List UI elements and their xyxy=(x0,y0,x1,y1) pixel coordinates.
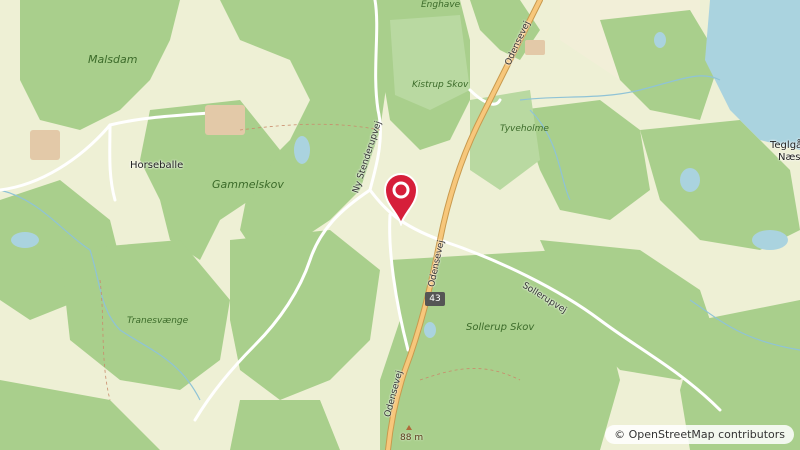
place-label: Sollerup Skov xyxy=(466,322,535,333)
place-label: Gammelskov xyxy=(212,178,284,191)
peak-icon xyxy=(406,425,412,430)
peak-elevation-label: 88 m xyxy=(400,433,424,443)
place-label: Horseballe xyxy=(130,160,184,171)
place-label: Næs xyxy=(778,152,800,163)
map-view[interactable]: Enghave Malsdam Kistrup Skov Tyveholme H… xyxy=(0,0,800,450)
place-label: Malsdam xyxy=(88,53,138,66)
place-label: Kistrup Skov xyxy=(412,80,469,90)
place-label: Enghave xyxy=(421,0,461,10)
place-label: Teglgå xyxy=(770,140,800,151)
route-shield: 43 xyxy=(425,292,445,306)
attribution-link[interactable]: OpenStreetMap contributors xyxy=(629,428,785,441)
place-label: Tyveholme xyxy=(500,124,549,134)
map-pin-icon[interactable] xyxy=(383,172,419,228)
place-label: Tranesvænge xyxy=(127,316,189,326)
copyright-symbol: © xyxy=(614,428,626,441)
attribution[interactable]: © OpenStreetMap contributors xyxy=(605,425,794,444)
